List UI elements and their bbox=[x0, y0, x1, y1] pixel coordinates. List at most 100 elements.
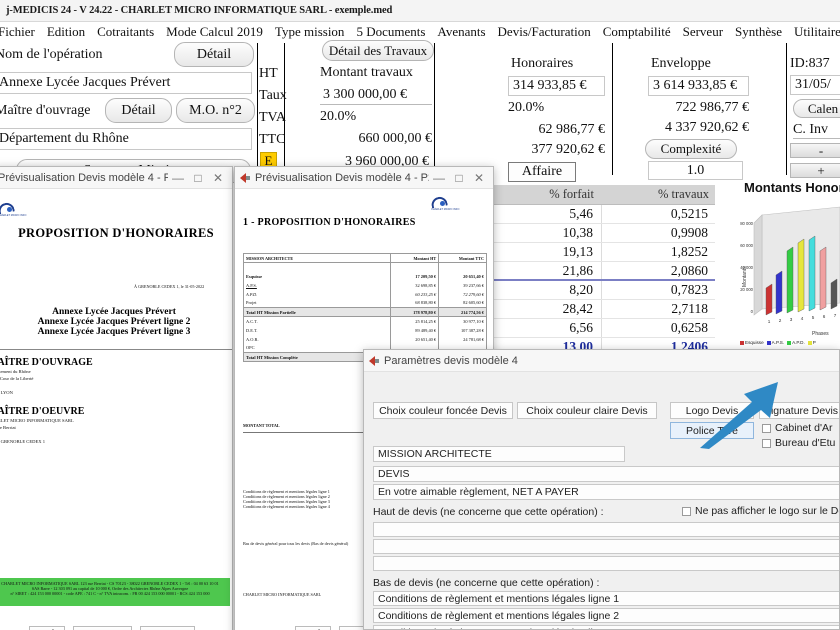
p2-row-label: A.O.R. bbox=[242, 334, 391, 344]
p1-footer-band: CHARLET MICRO INFORMATIQUE SARL 123 rue … bbox=[0, 578, 230, 606]
menu-item-serveur[interactable]: Serveur bbox=[677, 24, 729, 40]
complexite-button[interactable]: Complexité bbox=[645, 139, 737, 159]
taux-label: Taux bbox=[259, 88, 287, 103]
menu-item-utilitaires[interactable]: Utilitaires bbox=[788, 24, 840, 40]
close-icon[interactable]: ✕ bbox=[208, 171, 228, 185]
p2-row-ht: 20 651,40 € bbox=[390, 334, 440, 344]
operation-form: Nom de l'opération Détail Annexe Lycée J… bbox=[0, 40, 840, 194]
preview-p2-titlebar[interactable]: Prévisualisation Devis modèle 4 - P2 — □… bbox=[235, 167, 493, 189]
percent-grid[interactable]: % forfait % travaux 5,46 0,5215 10,38 0,99… bbox=[490, 185, 715, 360]
menu-item-mode-calcul[interactable]: Mode Calcul 2019 bbox=[160, 24, 269, 40]
menu-item-devis-facturation[interactable]: Devis/Facturation bbox=[492, 24, 597, 40]
annuler-button[interactable]: Annuler bbox=[140, 626, 196, 630]
maitre-ouvrage-input[interactable]: Département du Rhône bbox=[0, 128, 252, 150]
calendrier-button[interactable]: Calen bbox=[793, 99, 840, 118]
params-dialog-titlebar[interactable]: Paramètres devis modèle 4 bbox=[364, 350, 839, 372]
minimize-icon[interactable]: — bbox=[168, 171, 188, 185]
svg-text:3: 3 bbox=[790, 317, 793, 322]
id-label: ID:837 bbox=[790, 56, 830, 71]
params-dialog[interactable]: Paramètres devis modèle 4 Choix couleur … bbox=[363, 349, 840, 630]
table-row: Total HT Mission Partielle 178 978,80 €21… bbox=[242, 307, 487, 317]
logo-devis-button[interactable]: Logo Devis bbox=[670, 402, 754, 419]
table-row[interactable]: 28,42 2,7118 bbox=[490, 300, 715, 319]
menu-item-synthese[interactable]: Synthèse bbox=[729, 24, 788, 40]
nom-operation-input[interactable]: Annexe Lycée Jacques Prévert bbox=[0, 72, 252, 94]
haut-devis-line-3[interactable] bbox=[373, 556, 839, 571]
table-row: A.C.T. 25 814,25 €30 977,10 € bbox=[242, 316, 487, 326]
honoraires-ht-input[interactable]: 314 933,85 € bbox=[508, 76, 605, 96]
menu-item-type-mission[interactable]: Type mission bbox=[269, 24, 351, 40]
table-row: A.O.R. 20 651,40 €24 781,68 € bbox=[242, 334, 487, 344]
preview-p1-titlebar[interactable]: Prévisualisation Devis modèle 4 - P1 — □… bbox=[0, 167, 232, 189]
reglement-text-input[interactable]: En votre aimable règlement, NET A PAYER bbox=[373, 484, 839, 500]
app-icon bbox=[239, 172, 251, 184]
c-inv-button[interactable]: C. Inv bbox=[793, 121, 840, 139]
menu-item-documents[interactable]: 5 Documents bbox=[350, 24, 431, 40]
tva-label: TVA bbox=[259, 110, 286, 125]
checkbox-icon[interactable] bbox=[682, 506, 691, 516]
ttc-label: TTC bbox=[259, 132, 286, 147]
montant-travaux-ht-input[interactable]: 3 300 000,00 € bbox=[320, 85, 432, 105]
table-row[interactable]: 8,20 0,7823 bbox=[490, 281, 715, 300]
svg-text:60 000: 60 000 bbox=[740, 243, 753, 248]
detail2-button[interactable]: Détail bbox=[105, 98, 172, 123]
bas-devis-line-1[interactable]: Conditions de règlement et mentions léga… bbox=[373, 591, 839, 606]
grid-header-row: % forfait % travaux bbox=[490, 185, 715, 205]
menubar[interactable]: Fichier Edition Cotraitants Mode Calcul … bbox=[0, 22, 840, 42]
date-input[interactable]: 31/05/ bbox=[790, 75, 840, 95]
p2-row-ht: 32 698,85 € bbox=[390, 280, 440, 290]
p1-mo-line1: Département du Rhône bbox=[0, 369, 31, 374]
choix-couleur-foncee-button[interactable]: Choix couleur foncée Devis bbox=[373, 402, 513, 419]
table-row[interactable]: 10,38 0,9908 bbox=[490, 224, 715, 243]
choix-couleur-claire-button[interactable]: Choix couleur claire Devis bbox=[517, 402, 657, 419]
checkbox-icon[interactable] bbox=[762, 438, 771, 448]
maximize-icon[interactable]: □ bbox=[449, 171, 469, 185]
p2-row-label: Esquisse bbox=[242, 271, 391, 281]
menu-item-avenants[interactable]: Avenants bbox=[431, 24, 491, 40]
preview-window-p1[interactable]: Prévisualisation Devis modèle 4 - P1 — □… bbox=[0, 166, 233, 630]
menu-item-cotraitants[interactable]: Cotraitants bbox=[91, 24, 160, 40]
affaire-button[interactable]: Affaire bbox=[508, 162, 576, 182]
maximize-icon[interactable]: □ bbox=[188, 171, 208, 185]
menu-item-fichier[interactable]: Fichier bbox=[0, 24, 41, 40]
decrement-button[interactable]: - bbox=[790, 143, 840, 158]
pdf-button[interactable]: Pdf bbox=[295, 626, 331, 630]
detail-button[interactable]: Détail bbox=[174, 42, 254, 67]
menu-item-edition[interactable]: Edition bbox=[41, 24, 91, 40]
enveloppe-ht-input[interactable]: 3 614 933,85 € bbox=[648, 76, 749, 96]
table-row[interactable]: 19,13 1,8252 bbox=[490, 243, 715, 262]
signature-devis-button[interactable]: Signature Devis bbox=[759, 402, 839, 419]
table-row[interactable]: 6,56 0,6258 bbox=[490, 319, 715, 338]
cabinet-architecte-label: Cabinet d'Ar bbox=[775, 422, 833, 434]
cabinet-architecte-checkbox[interactable]: Cabinet d'Ar bbox=[762, 422, 832, 434]
checkbox-icon[interactable] bbox=[762, 423, 771, 433]
cell-forfait: 28,42 bbox=[490, 300, 602, 318]
table-row[interactable]: 5,46 0,5215 bbox=[490, 205, 715, 224]
ne-pas-afficher-logo-checkbox[interactable]: Ne pas afficher le logo sur le Devis bbox=[682, 505, 839, 517]
detail-travaux-button[interactable]: Détail des Travaux bbox=[322, 40, 434, 61]
haut-devis-line-1[interactable] bbox=[373, 522, 839, 537]
complexite-input[interactable]: 1.0 bbox=[648, 161, 743, 180]
bas-devis-line-3[interactable]: Conditions de règlement et mentions léga… bbox=[373, 625, 839, 629]
p2-conditions-block: Conditions de règlement et mentions léga… bbox=[243, 489, 330, 509]
bas-devis-line-2[interactable]: Conditions de règlement et mentions léga… bbox=[373, 608, 839, 623]
cell-travaux: 0,7823 bbox=[670, 282, 708, 297]
police-titre-button[interactable]: Police Titre bbox=[670, 422, 754, 439]
svg-text:7: 7 bbox=[834, 313, 837, 318]
p1-button-row[interactable]: Pdf Imprimer Annuler bbox=[0, 626, 230, 630]
pdf-button[interactable]: Pdf bbox=[28, 626, 65, 630]
mission-title-input[interactable]: MISSION ARCHITECTE bbox=[373, 446, 625, 462]
p2-montant-total-label: MONTANT TOTAL bbox=[243, 423, 280, 428]
params-dialog-body: Choix couleur foncée Devis Choix couleur… bbox=[364, 372, 839, 629]
increment-button[interactable]: + bbox=[790, 163, 840, 178]
devis-title-input[interactable]: DEVIS bbox=[373, 466, 839, 482]
imprimer-button[interactable]: Imprimer bbox=[72, 626, 133, 630]
close-icon[interactable]: ✕ bbox=[469, 171, 489, 185]
p1-moe-line3: 38022 bbox=[0, 431, 84, 438]
minimize-icon[interactable]: — bbox=[429, 171, 449, 185]
haut-devis-line-2[interactable] bbox=[373, 539, 839, 554]
menu-item-comptabilite[interactable]: Comptabilité bbox=[597, 24, 677, 40]
bureau-etudes-checkbox[interactable]: Bureau d'Etu bbox=[762, 437, 835, 449]
table-row[interactable]: 21,86 2,0860 bbox=[490, 262, 715, 281]
mo2-button[interactable]: M.O. n°2 bbox=[176, 98, 255, 123]
